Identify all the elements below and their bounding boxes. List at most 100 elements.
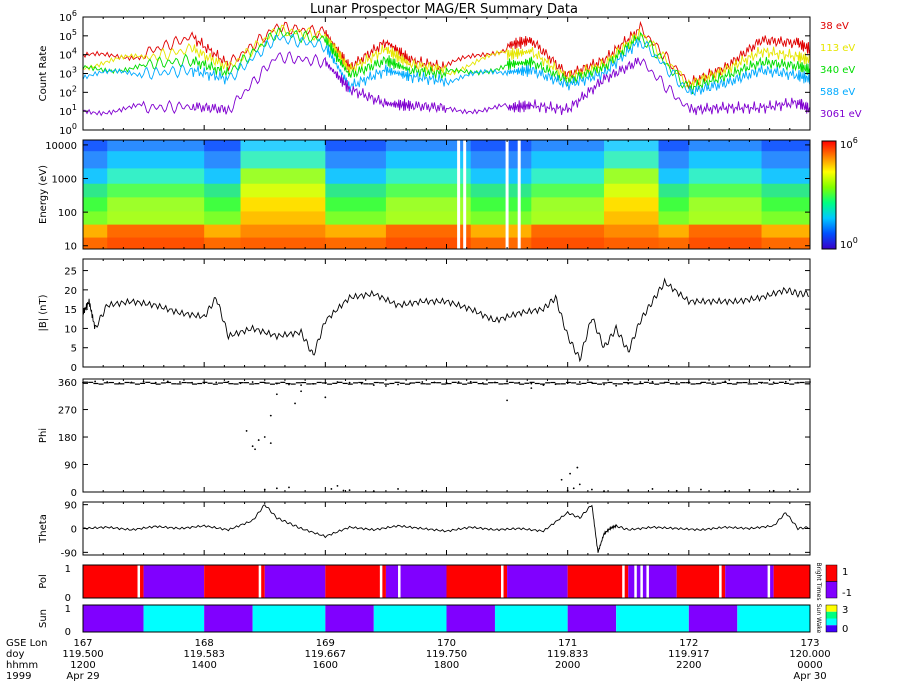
summary-figure: Lunar Prospector MAG/ER Summary Data 38 … <box>6 2 862 682</box>
spectrogram-cell <box>107 151 205 169</box>
panel-frame <box>82 378 811 493</box>
series-line-4 <box>82 51 811 117</box>
spectrogram-cell <box>688 211 763 226</box>
data-point <box>651 488 654 490</box>
y-tick-label: 106 <box>59 9 77 24</box>
spectrogram-cell <box>204 237 242 250</box>
data-point <box>263 436 266 438</box>
data-point <box>98 383 104 385</box>
data-point <box>441 383 447 385</box>
data-point <box>83 382 88 384</box>
segment <box>773 565 810 598</box>
data-gap <box>463 140 467 249</box>
spectrogram-cell <box>325 183 387 198</box>
segment <box>688 605 738 632</box>
data-point <box>581 382 587 385</box>
panel-sun: 0 1 Sun Wake 3 0 Sun <box>38 604 848 638</box>
tick-base: 10 <box>59 70 72 81</box>
data-point <box>586 381 592 383</box>
spectrogram-cell <box>83 183 108 198</box>
data-point <box>421 489 424 492</box>
data-point <box>410 382 416 384</box>
time-axis: GSE Londoyhhmm1999 167119.5001200Apr 29 16… <box>6 638 831 682</box>
spectrogram-cell <box>107 183 205 198</box>
data-point <box>389 382 395 385</box>
data-gap <box>501 565 504 598</box>
data-point <box>197 382 203 385</box>
data-point <box>397 488 399 490</box>
data-point <box>477 383 483 385</box>
segment <box>143 605 205 632</box>
data-point <box>415 381 421 384</box>
segment <box>446 565 508 598</box>
data-point <box>249 383 255 385</box>
y-axis-label: Phi <box>38 428 49 443</box>
doy-label: 119.583 <box>183 649 224 660</box>
segment <box>494 605 568 632</box>
colorbar-segment <box>826 625 837 632</box>
doy-label: 119.750 <box>426 649 467 660</box>
data-point <box>145 381 151 383</box>
series-line-3 <box>82 33 811 97</box>
data-point <box>93 382 99 385</box>
data-point <box>181 381 187 384</box>
data-point <box>539 383 545 385</box>
segment <box>204 605 253 632</box>
data-point <box>257 439 260 441</box>
date-label: Apr 30 <box>793 671 826 682</box>
segment <box>83 565 144 598</box>
data-point <box>773 382 779 384</box>
data-point <box>290 383 296 385</box>
data-point <box>228 383 234 385</box>
colorbar-segment <box>826 605 837 612</box>
data-point <box>275 382 281 384</box>
data-point <box>550 381 556 384</box>
y-tick-label: 100 <box>58 208 77 219</box>
data-point <box>269 414 272 417</box>
data-point <box>639 381 642 383</box>
spectrogram-cell <box>761 168 811 185</box>
y-tick-label: 10 <box>64 324 77 335</box>
data-gap <box>398 565 401 598</box>
hhmm-label: 1800 <box>434 660 459 671</box>
data-point <box>155 383 161 385</box>
data-point <box>103 382 109 384</box>
data-point <box>597 383 603 385</box>
data-point <box>690 383 696 385</box>
segment <box>507 565 568 598</box>
data-point <box>397 383 399 386</box>
segment <box>143 565 205 598</box>
data-point <box>456 382 462 384</box>
data-point <box>254 383 260 385</box>
y-tick-label: 1000 <box>52 175 77 186</box>
data-point <box>506 399 508 402</box>
legend-entry: 588 eV <box>820 87 855 98</box>
data-point <box>469 380 472 383</box>
doy-label: 119.833 <box>547 649 588 660</box>
hhmm-label: 2200 <box>676 660 701 671</box>
data-point <box>804 383 810 385</box>
y-tick-label: -90 <box>61 548 77 559</box>
hhmm-label: 1600 <box>313 660 338 671</box>
data-point <box>212 383 218 385</box>
data-point <box>330 488 333 490</box>
data-point <box>700 488 702 491</box>
tick-base: 10 <box>59 107 72 118</box>
data-point <box>430 382 436 384</box>
spectrogram-cell <box>240 183 326 198</box>
spectrogram-cell <box>204 224 242 239</box>
data-point <box>612 383 618 385</box>
colorbar-tick: 3 <box>842 605 848 616</box>
spectrogram-cell <box>470 224 532 239</box>
data-point <box>758 381 764 384</box>
data-point <box>186 382 192 384</box>
data-point <box>342 382 348 385</box>
panel-b-magnitude: 0 5 10 15 20 25 |B| (nT) <box>38 258 811 374</box>
spectrogram-cell <box>204 183 242 198</box>
data-point <box>88 381 94 383</box>
data-point <box>316 381 322 384</box>
tick-exponent: 0 <box>72 122 77 131</box>
y-axis-label: Theta <box>38 514 49 544</box>
spectrogram-cell <box>107 140 205 152</box>
data-point <box>607 381 613 384</box>
